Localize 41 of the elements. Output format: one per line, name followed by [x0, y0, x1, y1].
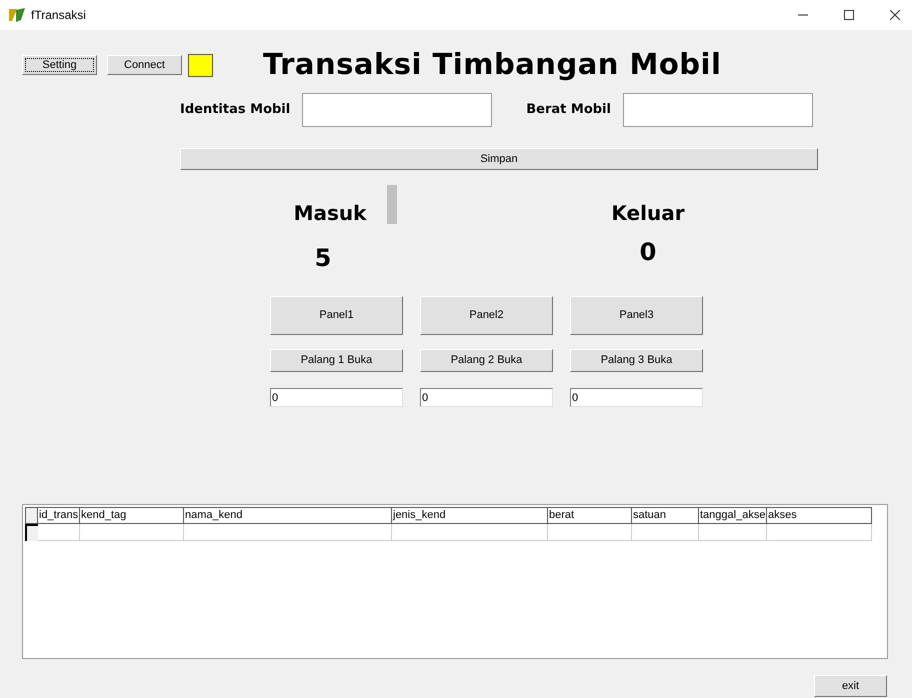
panel-button[interactable]: Panel1	[270, 296, 403, 335]
column-header[interactable]: id_trans	[38, 507, 80, 524]
column-header[interactable]: akses	[767, 507, 872, 524]
counter-label: Keluar	[611, 200, 685, 227]
column-header[interactable]: jenis_kend	[392, 507, 548, 524]
row-indicator-header	[25, 507, 38, 524]
column-header[interactable]: tanggal_akse	[699, 507, 767, 524]
field-label: Berat Mobil	[526, 101, 611, 120]
window-title: fTransaksi	[31, 7, 86, 24]
value-field[interactable]: 0	[420, 388, 553, 407]
column-header[interactable]: nama_kend	[184, 507, 392, 524]
page-heading: Transaksi Timbangan Mobil	[263, 46, 722, 84]
exit-button[interactable]: exit	[814, 675, 887, 697]
table-cell	[632, 524, 699, 541]
counter-value: 5	[314, 243, 332, 274]
column-header[interactable]: kend_tag	[80, 507, 184, 524]
column-header[interactable]: berat	[548, 507, 632, 524]
save-button[interactable]: Simpan	[180, 148, 818, 170]
field-label: Identitas Mobil	[180, 101, 290, 120]
setting-button[interactable]: Setting	[22, 55, 97, 75]
status-indicator	[188, 54, 213, 76]
close-icon[interactable]	[890, 10, 900, 20]
row-indicator	[25, 524, 38, 541]
counter-label: Masuk	[294, 200, 366, 227]
value-field[interactable]: 0	[570, 388, 703, 407]
gate-open-button[interactable]: Palang 2 Buka	[420, 349, 553, 372]
panel-button[interactable]: Panel3	[570, 296, 703, 335]
gate-open-button[interactable]: Palang 3 Buka	[570, 349, 703, 372]
table-cell	[699, 524, 767, 541]
gate-indicator	[387, 185, 397, 224]
maximize-icon[interactable]	[844, 10, 854, 20]
app-icon	[8, 7, 26, 23]
gate-open-button[interactable]: Palang 1 Buka	[270, 349, 403, 372]
input-field[interactable]	[302, 93, 492, 127]
column-header[interactable]: satuan	[632, 507, 699, 524]
counter-value: 0	[640, 237, 656, 268]
table-cell	[38, 524, 80, 541]
panel-button[interactable]: Panel2	[420, 296, 553, 335]
value-field[interactable]: 0	[270, 388, 403, 407]
input-field[interactable]	[622, 93, 813, 127]
connect-button[interactable]: Connect	[107, 55, 182, 75]
